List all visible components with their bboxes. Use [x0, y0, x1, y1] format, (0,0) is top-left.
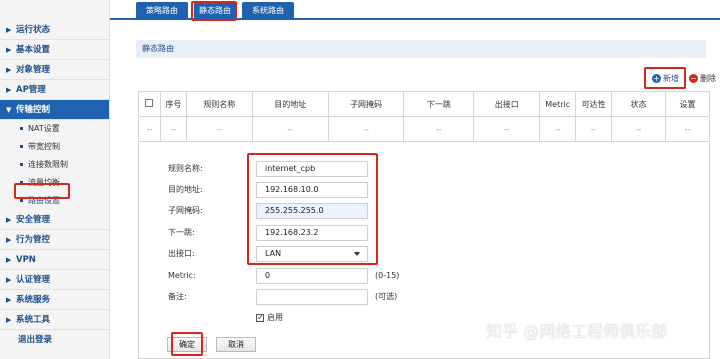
- section-title: 静态路由: [136, 40, 706, 58]
- col-header: 规则名称: [185, 91, 253, 117]
- dest-addr-label: 目的地址:: [168, 185, 203, 194]
- out-iface-label: 出接口:: [168, 249, 195, 258]
- sidebar-subitem-bandwidth[interactable]: 带宽控制: [0, 138, 109, 156]
- select-all-checkbox[interactable]: [145, 99, 154, 107]
- sidebar-subitem-conn-limit[interactable]: 连接数限制: [0, 156, 109, 174]
- sidebar-item-behavior[interactable]: ▶ 行为管控: [0, 230, 109, 250]
- remark-label: 备注:: [168, 292, 187, 301]
- sidebar-item-sys-service[interactable]: ▶ 系统服务: [0, 290, 109, 310]
- bullet-icon: [20, 145, 23, 148]
- col-header: 出接口: [473, 91, 541, 117]
- ok-button-highlight: [171, 332, 203, 356]
- table-cell: --: [611, 116, 667, 142]
- form-fields-highlight: [247, 153, 378, 265]
- table-cell: --: [665, 116, 710, 142]
- sidebar-item-transfer-control[interactable]: ▼ 传输控制: [0, 100, 109, 120]
- caret-right-icon: ▶: [6, 296, 12, 304]
- enable-checkbox-row[interactable]: 启用: [256, 312, 283, 324]
- metric-hint: (0-15): [375, 271, 400, 280]
- col-header: Metric: [539, 91, 577, 117]
- table-cell: --: [539, 116, 577, 142]
- sidebar-item-ap-manage[interactable]: ▶ AP管理: [0, 80, 109, 100]
- cancel-button[interactable]: 取消: [216, 337, 256, 352]
- sidebar: ▶ 运行状态 ▶ 基本设置 ▶ 对象管理 ▶ AP管理 ▼ 传输控制 NAT设置 带宽控制…: [0, 0, 110, 359]
- route-settings-highlight: [14, 183, 70, 199]
- enable-checkbox[interactable]: [256, 312, 264, 324]
- tab-system-route[interactable]: 系统路由: [242, 2, 294, 20]
- caret-down-icon: ▼: [6, 106, 12, 114]
- sidebar-item-auth[interactable]: ▶ 认证管理: [0, 270, 109, 290]
- watermark: 知乎 @网络工程师俱乐部: [486, 322, 668, 341]
- rule-name-label: 规则名称:: [168, 164, 203, 173]
- table-cell: --: [327, 116, 405, 142]
- select-all-cell[interactable]: [138, 91, 161, 117]
- col-header: 可达性: [575, 91, 613, 117]
- sidebar-item-vpn[interactable]: ▶ VPN: [0, 250, 109, 270]
- next-hop-label: 下一跳:: [168, 228, 195, 237]
- col-header: 序号: [159, 91, 187, 117]
- enable-label: 启用: [267, 313, 283, 322]
- caret-right-icon: ▶: [6, 236, 12, 244]
- bullet-icon: [20, 127, 23, 130]
- remark-input[interactable]: [256, 289, 368, 305]
- sidebar-item-basic-settings[interactable]: ▶ 基本设置: [0, 40, 109, 60]
- table-cell: --: [138, 116, 161, 142]
- table-cell: --: [251, 116, 329, 142]
- metric-input[interactable]: 0: [256, 268, 368, 284]
- static-route-tab-highlight: [191, 1, 237, 21]
- remark-hint: (可选): [375, 292, 398, 301]
- table-cell: --: [473, 116, 541, 142]
- tab-policy-route[interactable]: 策略路由: [136, 2, 188, 20]
- caret-right-icon: ▶: [6, 276, 12, 284]
- delete-button[interactable]: − 删除: [689, 70, 720, 88]
- route-table: 序号 规则名称 目的地址 子网掩码 下一跳 出接口 Metric 可达性 状态 …: [138, 91, 710, 142]
- col-header: 下一跳: [403, 91, 475, 117]
- caret-right-icon: ▶: [6, 26, 12, 34]
- col-header: 设置: [665, 91, 710, 117]
- logout-link[interactable]: 退出登录: [0, 330, 109, 350]
- sidebar-subitem-nat[interactable]: NAT设置: [0, 120, 109, 138]
- caret-right-icon: ▶: [6, 46, 12, 54]
- bullet-icon: [20, 199, 23, 202]
- metric-label: Metric:: [168, 271, 196, 280]
- add-button-highlight: [644, 67, 686, 89]
- caret-right-icon: ▶: [6, 256, 12, 264]
- bullet-icon: [20, 163, 23, 166]
- table-cell: --: [159, 116, 187, 142]
- col-header: 目的地址: [251, 91, 329, 117]
- table-cell: --: [185, 116, 253, 142]
- sidebar-item-object-manage[interactable]: ▶ 对象管理: [0, 60, 109, 80]
- caret-right-icon: ▶: [6, 66, 12, 74]
- subnet-mask-label: 子网掩码:: [168, 206, 203, 215]
- col-header: 状态: [611, 91, 667, 117]
- caret-right-icon: ▶: [6, 86, 12, 94]
- sidebar-item-run-status[interactable]: ▶ 运行状态: [0, 20, 109, 40]
- sidebar-item-sys-tools[interactable]: ▶ 系统工具: [0, 310, 109, 330]
- table-cell: --: [403, 116, 475, 142]
- sidebar-item-security[interactable]: ▶ 安全管理: [0, 210, 109, 230]
- table-header-row: 序号 规则名称 目的地址 子网掩码 下一跳 出接口 Metric 可达性 状态 …: [138, 91, 710, 117]
- table-row: -- -- -- -- -- -- -- -- -- -- --: [138, 116, 710, 142]
- table-cell: --: [575, 116, 613, 142]
- minus-icon: −: [689, 74, 698, 83]
- caret-right-icon: ▶: [6, 216, 12, 224]
- col-header: 子网掩码: [327, 91, 405, 117]
- caret-right-icon: ▶: [6, 316, 12, 324]
